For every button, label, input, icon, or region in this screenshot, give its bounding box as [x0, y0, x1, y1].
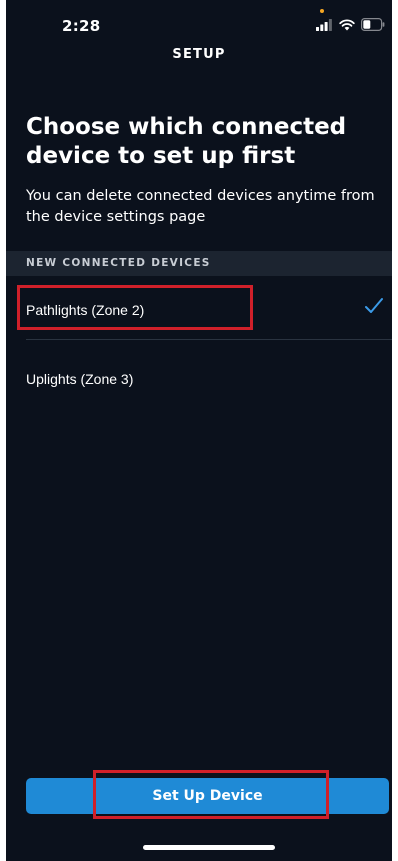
privacy-indicator-dot: [320, 9, 324, 13]
section-header: NEW CONNECTED DEVICES: [6, 251, 392, 276]
section-header-label: NEW CONNECTED DEVICES: [26, 257, 211, 269]
home-indicator[interactable]: [143, 845, 275, 850]
device-option-label: Pathlights (Zone 2): [26, 302, 145, 318]
main-heading: Choose which connected device to set up …: [26, 114, 347, 169]
app-screen: 2:28 SETUP Choose which connected device…: [6, 0, 392, 861]
wifi-icon: [339, 19, 355, 31]
page-title: SETUP: [172, 47, 226, 62]
checkmark-icon: [365, 298, 383, 313]
description-text: You can delete connected devices anytime…: [26, 188, 375, 225]
signal-icon: [316, 19, 332, 31]
set-up-device-button[interactable]: Set Up Device: [26, 778, 389, 814]
status-time: 2:28: [62, 17, 101, 35]
device-option-uplights[interactable]: Uplights (Zone 3): [6, 347, 392, 407]
device-option-pathlights[interactable]: Pathlights (Zone 2): [6, 280, 392, 340]
row-divider: [26, 339, 392, 340]
battery-icon: [361, 18, 385, 31]
device-option-label: Uplights (Zone 3): [26, 371, 134, 387]
